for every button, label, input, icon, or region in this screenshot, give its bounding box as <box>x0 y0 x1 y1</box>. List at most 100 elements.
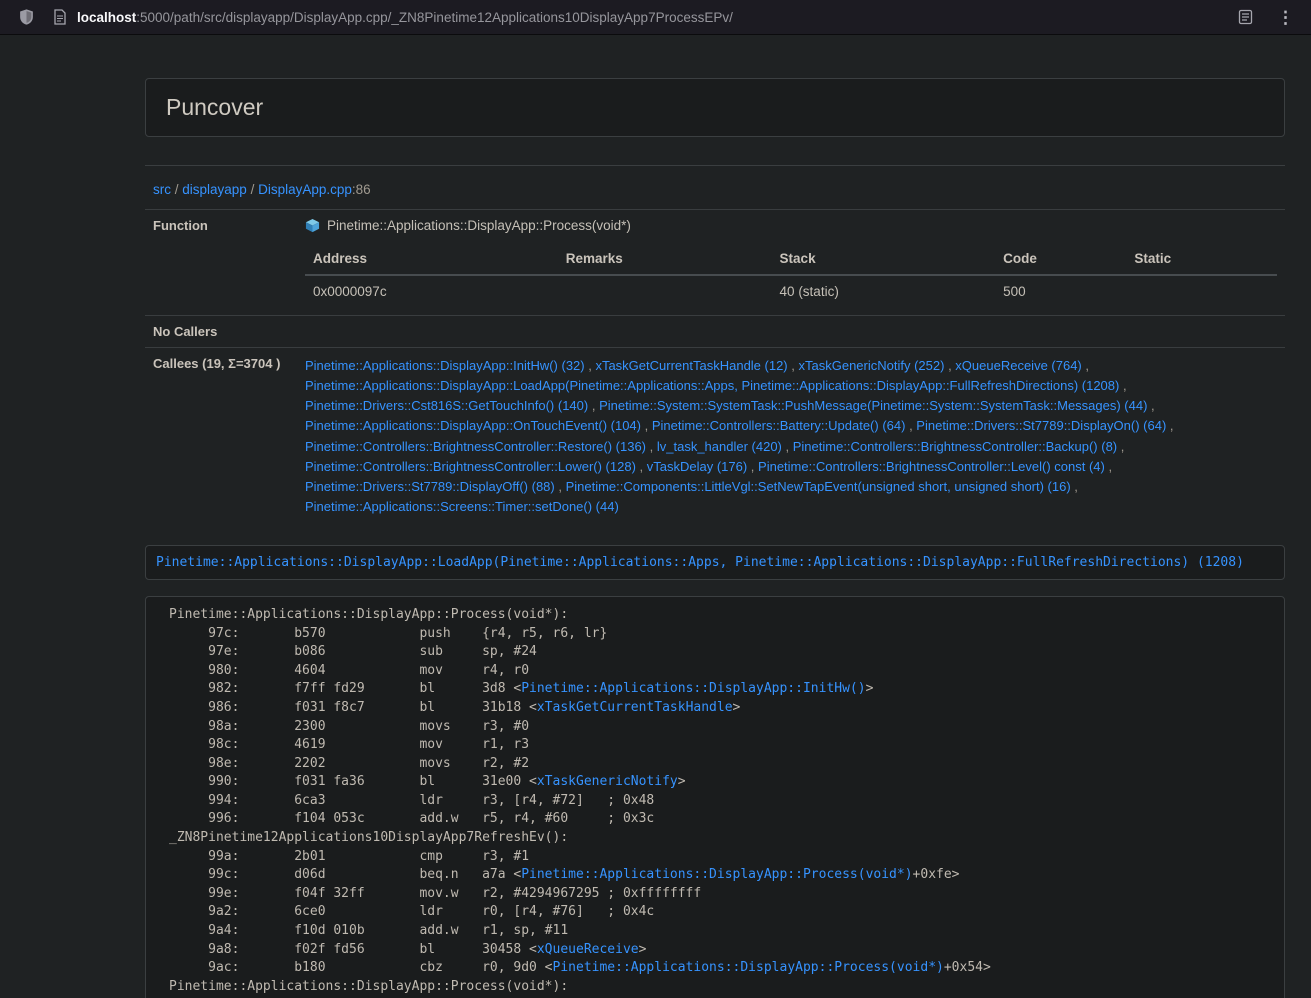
callee-link[interactable]: Pinetime::Components::LittleVgl::SetNewT… <box>566 479 1071 494</box>
asm-line: 98c: 4619 mov r1, r3 <box>169 736 1272 755</box>
shield-icon[interactable] <box>18 8 35 26</box>
callee-separator: , <box>585 358 596 373</box>
asm-line: 99e: f04f 32ff mov.w r2, #4294967295 ; 0… <box>169 885 1272 904</box>
callee-link[interactable]: lv_task_handler (420) <box>657 439 782 454</box>
breadcrumb: src / displayapp / DisplayApp.cpp:86 <box>145 182 1285 197</box>
asm-line: Pinetime::Applications::DisplayApp::Proc… <box>169 606 1272 625</box>
asm-line: 982: f7ff fd29 bl 3d8 <Pinetime::Applica… <box>169 680 1272 699</box>
asm-line: 97e: b086 sub sp, #24 <box>169 643 1272 662</box>
asm-line: 98a: 2300 movs r3, #0 <box>169 718 1272 737</box>
callee-separator: , <box>646 439 657 454</box>
callee-link[interactable]: Pinetime::Controllers::BrightnessControl… <box>793 439 1117 454</box>
function-cell: Pinetime::Applications::DisplayApp::Proc… <box>297 210 1285 316</box>
breadcrumb-link[interactable]: DisplayApp.cpp <box>258 182 352 197</box>
callee-separator: , <box>782 439 793 454</box>
breadcrumb-link[interactable]: displayapp <box>182 182 247 197</box>
function-name: Pinetime::Applications::DisplayApp::Proc… <box>327 218 631 233</box>
callee-separator: , <box>1166 418 1173 433</box>
breadcrumb-separator: / <box>171 182 182 197</box>
url-path: :5000/path/src/displayapp/DisplayApp.cpp… <box>136 10 733 25</box>
asm-symbol-link[interactable]: Pinetime::Applications::DisplayApp::Init… <box>521 681 865 696</box>
asm-line: 9a2: 6ce0 ldr r0, [r4, #76] ; 0x4c <box>169 903 1272 922</box>
asm-line: 996: f104 053c add.w r5, r4, #60 ; 0x3c <box>169 810 1272 829</box>
callee-separator: , <box>1147 398 1154 413</box>
callee-link[interactable]: Pinetime::Applications::DisplayApp::Init… <box>305 358 585 373</box>
stats-col-address: Address <box>305 243 558 275</box>
asm-line: 9a8: f02f fd56 bl 30458 <xQueueReceive> <box>169 941 1272 960</box>
asm-symbol-link[interactable]: Pinetime::Applications::DisplayApp::Proc… <box>553 960 944 975</box>
callee-link[interactable]: Pinetime::Drivers::Cst816S::GetTouchInfo… <box>305 398 588 413</box>
callee-separator: , <box>1105 459 1112 474</box>
asm-symbol-link[interactable]: Pinetime::Applications::DisplayApp::Proc… <box>521 867 912 882</box>
callee-link[interactable]: vTaskDelay (176) <box>647 459 747 474</box>
asm-line: 9ac: b180 cbz r0, 9d0 <Pinetime::Applica… <box>169 959 1272 978</box>
callee-separator: , <box>1071 479 1078 494</box>
asm-line: 994: 6ca3 ldr r3, [r4, #72] ; 0x48 <box>169 792 1272 811</box>
stats-value-static <box>1126 275 1277 307</box>
callee-link[interactable]: xTaskGetCurrentTaskHandle (12) <box>595 358 787 373</box>
asm-line: 990: f031 fa36 bl 31e00 <xTaskGenericNot… <box>169 773 1272 792</box>
callee-separator: , <box>636 459 647 474</box>
callee-separator: , <box>1119 378 1126 393</box>
stats-header-row: AddressRemarksStackCodeStatic <box>305 243 1277 275</box>
callee-link[interactable]: Pinetime::Controllers::Battery::Update()… <box>652 418 906 433</box>
stats-col-static: Static <box>1126 243 1277 275</box>
url-host: localhost <box>77 10 136 25</box>
asm-line: 986: f031 f8c7 bl 31b18 <xTaskGetCurrent… <box>169 699 1272 718</box>
highlighted-symbol-link[interactable]: Pinetime::Applications::DisplayApp::Load… <box>156 555 1244 570</box>
no-callers-label: No Callers <box>145 316 297 348</box>
url-text: localhost:5000/path/src/displayapp/Displ… <box>77 10 733 25</box>
callee-link[interactable]: Pinetime::Controllers::BrightnessControl… <box>305 439 646 454</box>
asm-symbol-link[interactable]: xTaskGenericNotify <box>537 774 678 789</box>
callee-separator: , <box>944 358 955 373</box>
asm-line: 98e: 2202 movs r2, #2 <box>169 755 1272 774</box>
callees-list: Pinetime::Applications::DisplayApp::Init… <box>297 348 1285 526</box>
stats-value-address: 0x0000097c <box>305 275 558 307</box>
breadcrumb-link[interactable]: src <box>153 182 171 197</box>
callee-separator: , <box>905 418 916 433</box>
disassembly-block: Pinetime::Applications::DisplayApp::Proc… <box>145 596 1285 998</box>
asm-line: 9a4: f10d 010b add.w r1, sp, #11 <box>169 922 1272 941</box>
asm-line: 99a: 2b01 cmp r3, #1 <box>169 848 1272 867</box>
callee-link[interactable]: Pinetime::Drivers::St7789::DisplayOn() (… <box>916 418 1166 433</box>
page-title: Puncover <box>166 94 1264 121</box>
stats-value-remarks <box>558 275 772 307</box>
callee-link[interactable]: xQueueReceive (764) <box>955 358 1081 373</box>
stats-value-code: 500 <box>995 275 1126 307</box>
divider <box>145 165 1285 166</box>
asm-symbol-link[interactable]: xQueueReceive <box>537 942 639 957</box>
highlighted-symbol-box: Pinetime::Applications::DisplayApp::Load… <box>145 545 1285 580</box>
browser-actions: ⋮ <box>1238 9 1295 26</box>
browser-chrome: localhost:5000/path/src/displayapp/Displ… <box>0 0 1311 35</box>
callee-link[interactable]: Pinetime::Applications::DisplayApp::Load… <box>305 378 1119 393</box>
callee-link[interactable]: xTaskGenericNotify (252) <box>799 358 945 373</box>
callee-link[interactable]: Pinetime::Controllers::BrightnessControl… <box>758 459 1105 474</box>
callees-label: Callees (19, Σ=3704 ) <box>145 348 297 526</box>
stats-col-code: Code <box>995 243 1126 275</box>
callee-link[interactable]: Pinetime::System::SystemTask::PushMessag… <box>599 398 1147 413</box>
menu-kebab-icon[interactable]: ⋮ <box>1277 9 1295 26</box>
function-type-icon <box>305 218 320 233</box>
callee-link[interactable]: Pinetime::Controllers::BrightnessControl… <box>305 459 636 474</box>
asm-symbol-link[interactable]: xTaskGetCurrentTaskHandle <box>537 700 733 715</box>
callee-link[interactable]: Pinetime::Drivers::St7789::DisplayOff() … <box>305 479 555 494</box>
stats-col-remarks: Remarks <box>558 243 772 275</box>
callee-link[interactable]: Pinetime::Applications::Screens::Timer::… <box>305 499 619 514</box>
reader-mode-icon[interactable] <box>1238 9 1253 25</box>
callee-separator: , <box>1117 439 1124 454</box>
no-callers-row: No Callers <box>145 316 1285 348</box>
function-row: Function Pinetime::Applications::Display… <box>145 210 1285 316</box>
page-icon[interactable] <box>53 9 67 25</box>
callee-link[interactable]: Pinetime::Applications::DisplayApp::OnTo… <box>305 418 641 433</box>
breadcrumb-separator: / <box>247 182 258 197</box>
url-bar[interactable]: localhost:5000/path/src/displayapp/Displ… <box>53 9 1238 25</box>
asm-line: _ZN8Pinetime12Applications10DisplayApp7R… <box>169 829 1272 848</box>
asm-line: Pinetime::Applications::DisplayApp::Proc… <box>169 978 1272 997</box>
symbol-details-table: Function Pinetime::Applications::Display… <box>145 209 1285 525</box>
asm-line: 99c: d06d beq.n a7a <Pinetime::Applicati… <box>169 866 1272 885</box>
stats-table: AddressRemarksStackCodeStatic 0x0000097c… <box>305 243 1277 307</box>
function-row-label: Function <box>145 210 297 316</box>
callee-separator: , <box>641 418 652 433</box>
breadcrumb-line-number: :86 <box>352 182 371 197</box>
asm-line: 97c: b570 push {r4, r5, r6, lr} <box>169 625 1272 644</box>
